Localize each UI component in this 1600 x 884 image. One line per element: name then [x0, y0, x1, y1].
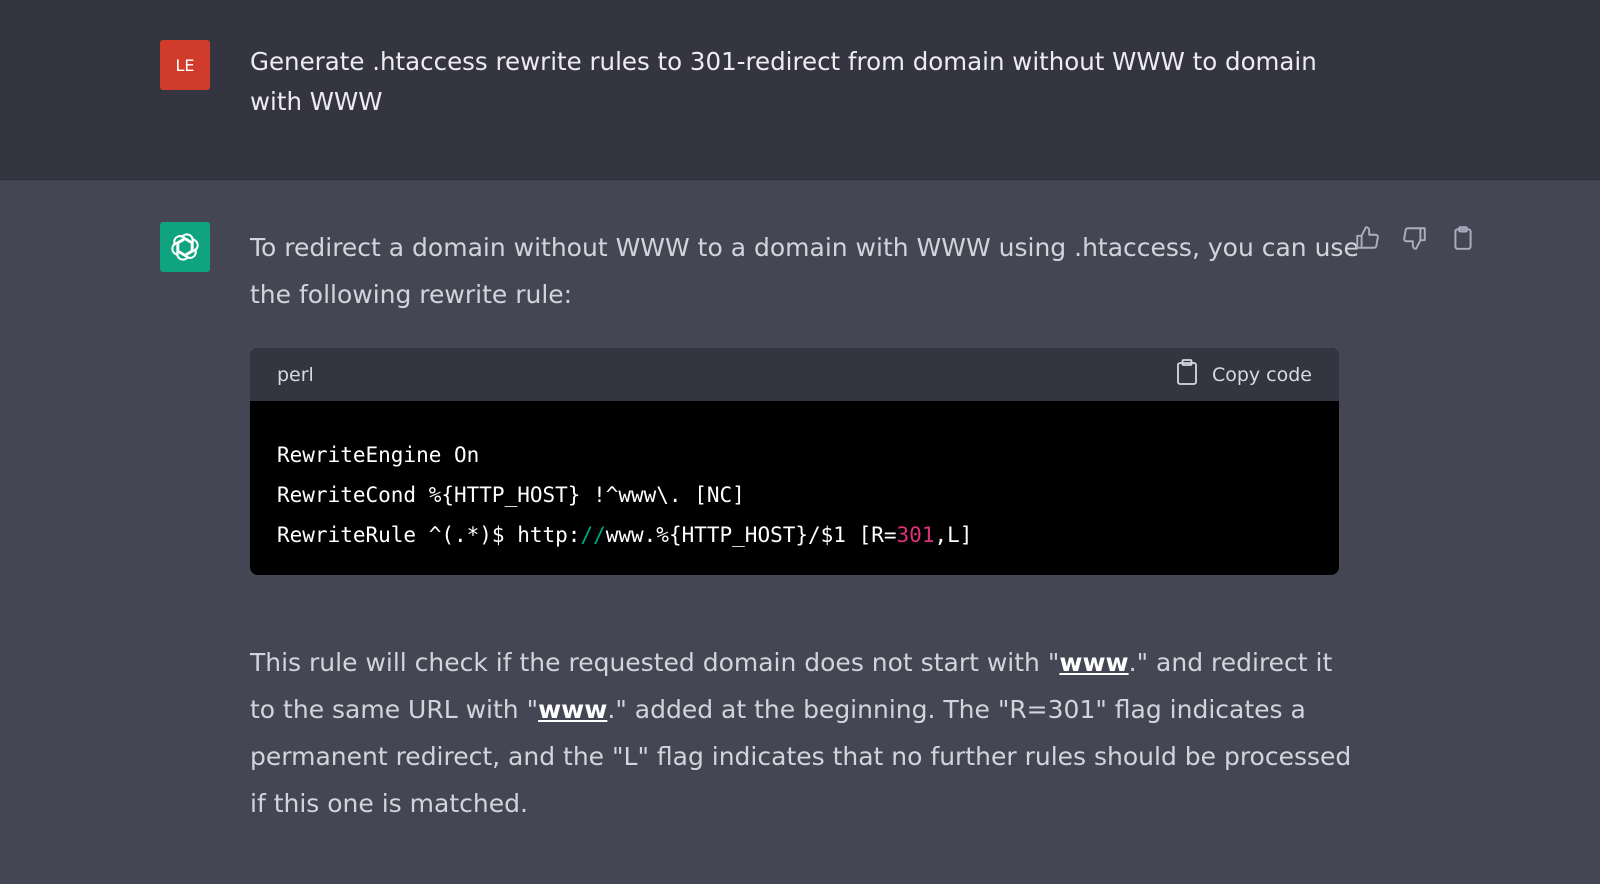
code-block: perl Copy code RewriteEngine On RewriteCo…	[250, 348, 1339, 575]
copy-code-button[interactable]: Copy code	[1176, 359, 1312, 390]
clipboard-icon[interactable]	[1450, 224, 1476, 252]
code-line: RewriteCond %{HTTP_HOST} !^www\. [NC]	[277, 483, 745, 507]
assistant-explanation-text: This rule will check if the requested do…	[250, 639, 1360, 827]
code-comment-token: //	[580, 523, 606, 547]
user-message-text: Generate .htaccess rewrite rules to 301-…	[250, 47, 1317, 116]
clipboard-icon	[1176, 359, 1198, 390]
user-message-row: LE Generate .htaccess rewrite rules to 3…	[0, 0, 1600, 180]
code-token: ,L]	[934, 523, 973, 547]
code-block-header: perl Copy code	[250, 348, 1339, 401]
code-token: RewriteRule ^(.*)$ http:	[277, 523, 581, 547]
thumbs-down-icon[interactable]	[1402, 224, 1428, 252]
code-content: RewriteEngine On RewriteCond %{HTTP_HOST}…	[250, 401, 1339, 555]
message-actions	[1354, 224, 1476, 252]
assistant-intro-text: To redirect a domain without WWW to a do…	[250, 233, 1359, 309]
code-line: RewriteEngine On	[277, 443, 480, 467]
www-link[interactable]: www	[1059, 648, 1128, 677]
code-token: www.%{HTTP_HOST}/$1 [R=	[605, 523, 897, 547]
code-number-token: 301	[896, 523, 935, 547]
openai-logo-icon	[160, 222, 210, 272]
www-link[interactable]: www	[538, 695, 607, 724]
code-line: RewriteRule ^(.*)$ http://www.%{HTTP_HOS…	[277, 515, 1312, 555]
user-avatar-initials: LE	[175, 55, 195, 75]
explanation-segment: This rule will check if the requested do…	[250, 648, 1060, 677]
code-language-label: perl	[277, 363, 314, 386]
copy-code-label: Copy code	[1211, 363, 1312, 386]
assistant-message-row: To redirect a domain without WWW to a do…	[0, 180, 1600, 884]
thumbs-up-icon[interactable]	[1354, 224, 1380, 252]
user-avatar: LE	[160, 40, 210, 90]
